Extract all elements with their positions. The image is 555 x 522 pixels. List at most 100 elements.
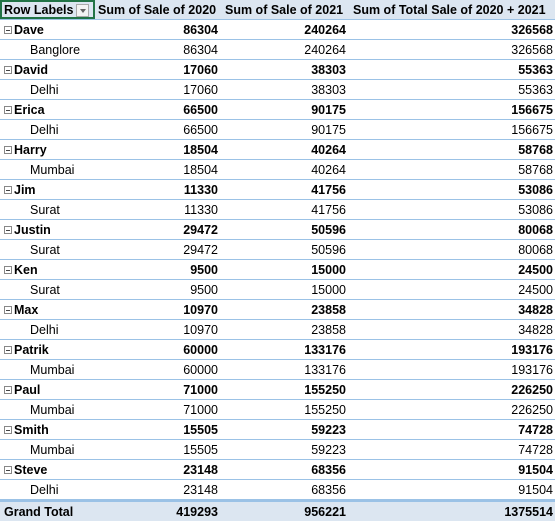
- city-label: Delhi: [30, 83, 59, 97]
- city-sale-total: 80068: [518, 243, 553, 257]
- city-row[interactable]: Delhi 66500 90175 156675: [0, 120, 555, 140]
- group-row[interactable]: Erica 66500 90175 156675: [0, 100, 555, 120]
- collapse-icon[interactable]: [4, 146, 12, 154]
- city-sale-total: 58768: [518, 163, 553, 177]
- pivot-header-row: Row Labels Sum of Sale of 2020 Sum of Sa…: [0, 0, 555, 20]
- collapse-icon[interactable]: [4, 306, 12, 314]
- group-sale-2020: 66500: [183, 103, 218, 117]
- group-label-cell: Ken: [0, 260, 95, 279]
- group-sale-2020: 17060: [183, 63, 218, 77]
- group-row[interactable]: Smith 15505 59223 74728: [0, 420, 555, 440]
- group-label-cell: Jim: [0, 180, 95, 199]
- grand-total-sum: 1375514: [504, 505, 553, 519]
- group-row[interactable]: Paul 71000 155250 226250: [0, 380, 555, 400]
- collapse-icon[interactable]: [4, 66, 12, 74]
- city-sale-total: 34828: [518, 323, 553, 337]
- city-sale-total: 326568: [511, 43, 553, 57]
- city-row[interactable]: Delhi 23148 68356 91504: [0, 480, 555, 500]
- city-label: Surat: [30, 283, 60, 297]
- city-sale-2021: 40264: [311, 163, 346, 177]
- group-sale-2021: 155250: [304, 383, 346, 397]
- header-sum-2020[interactable]: Sum of Sale of 2020: [95, 0, 222, 19]
- group-sale-total: 74728: [518, 423, 553, 437]
- city-row[interactable]: Banglore 86304 240264 326568: [0, 40, 555, 60]
- city-row[interactable]: Surat 9500 15000 24500: [0, 280, 555, 300]
- city-sale-2021: 59223: [311, 443, 346, 457]
- city-row[interactable]: Surat 11330 41756 53086: [0, 200, 555, 220]
- group-sale-total: 156675: [511, 103, 553, 117]
- group-sale-2021: 90175: [311, 103, 346, 117]
- filter-dropdown-icon[interactable]: [76, 4, 90, 18]
- group-label-cell: Steve: [0, 460, 95, 479]
- group-label-cell: Max: [0, 300, 95, 319]
- group-row[interactable]: David 17060 38303 55363: [0, 60, 555, 80]
- city-sale-2021: 38303: [311, 83, 346, 97]
- city-label: Delhi: [30, 323, 59, 337]
- group-sale-2020: 86304: [183, 23, 218, 37]
- city-row[interactable]: Mumbai 15505 59223 74728: [0, 440, 555, 460]
- row-labels-header[interactable]: Row Labels: [0, 0, 95, 19]
- city-label: Surat: [30, 243, 60, 257]
- group-sale-total: 226250: [511, 383, 553, 397]
- salesperson-name: Justin: [14, 223, 51, 237]
- collapse-icon[interactable]: [4, 466, 12, 474]
- city-row[interactable]: Mumbai 60000 133176 193176: [0, 360, 555, 380]
- city-row[interactable]: Mumbai 71000 155250 226250: [0, 400, 555, 420]
- group-row[interactable]: Steve 23148 68356 91504: [0, 460, 555, 480]
- city-sale-2021: 68356: [311, 483, 346, 497]
- collapse-icon[interactable]: [4, 426, 12, 434]
- pivot-table: Row Labels Sum of Sale of 2020 Sum of Sa…: [0, 0, 555, 521]
- city-label: Surat: [30, 203, 60, 217]
- city-label: Banglore: [30, 43, 81, 57]
- group-label-cell: Justin: [0, 220, 95, 239]
- city-row[interactable]: Mumbai 18504 40264 58768: [0, 160, 555, 180]
- group-sale-total: 55363: [518, 63, 553, 77]
- group-label-cell: Dave: [0, 20, 95, 39]
- city-sale-2021: 23858: [311, 323, 346, 337]
- group-row[interactable]: Patrik 60000 133176 193176: [0, 340, 555, 360]
- city-row[interactable]: Surat 29472 50596 80068: [0, 240, 555, 260]
- group-sale-2020: 18504: [183, 143, 218, 157]
- group-label-cell: Patrik: [0, 340, 95, 359]
- city-row[interactable]: Delhi 17060 38303 55363: [0, 80, 555, 100]
- group-sale-total: 326568: [511, 23, 553, 37]
- group-sale-2021: 40264: [311, 143, 346, 157]
- salesperson-name: Steve: [14, 463, 48, 477]
- collapse-icon[interactable]: [4, 386, 12, 394]
- city-sale-2021: 90175: [311, 123, 346, 137]
- group-row[interactable]: Harry 18504 40264 58768: [0, 140, 555, 160]
- group-row[interactable]: Ken 9500 15000 24500: [0, 260, 555, 280]
- city-sale-2021: 50596: [311, 243, 346, 257]
- collapse-icon[interactable]: [4, 106, 12, 114]
- collapse-icon[interactable]: [4, 266, 12, 274]
- collapse-icon[interactable]: [4, 26, 12, 34]
- city-sale-2020: 9500: [190, 283, 218, 297]
- group-sale-2020: 23148: [183, 463, 218, 477]
- group-label-cell: Smith: [0, 420, 95, 439]
- city-label: Delhi: [30, 123, 59, 137]
- group-row[interactable]: Justin 29472 50596 80068: [0, 220, 555, 240]
- city-sale-total: 156675: [511, 123, 553, 137]
- city-sale-2020: 66500: [183, 123, 218, 137]
- collapse-icon[interactable]: [4, 346, 12, 354]
- fill-handle[interactable]: [93, 17, 95, 19]
- city-label: Mumbai: [30, 403, 75, 417]
- header-sum-total[interactable]: Sum of Total Sale of 2020 + 2021: [350, 0, 555, 19]
- city-row[interactable]: Delhi 10970 23858 34828: [0, 320, 555, 340]
- group-row[interactable]: Jim 11330 41756 53086: [0, 180, 555, 200]
- salesperson-name: Dave: [14, 23, 44, 37]
- salesperson-name: Patrik: [14, 343, 49, 357]
- city-label: Mumbai: [30, 443, 75, 457]
- group-sale-2020: 11330: [183, 183, 218, 197]
- header-sum-2021[interactable]: Sum of Sale of 2021: [222, 0, 350, 19]
- group-sale-total: 53086: [518, 183, 553, 197]
- row-labels-label: Row Labels: [4, 3, 74, 17]
- collapse-icon[interactable]: [4, 226, 12, 234]
- group-row[interactable]: Dave 86304 240264 326568: [0, 20, 555, 40]
- group-row[interactable]: Max 10970 23858 34828: [0, 300, 555, 320]
- group-sale-2021: 59223: [311, 423, 346, 437]
- collapse-icon[interactable]: [4, 186, 12, 194]
- group-sale-2021: 41756: [311, 183, 346, 197]
- group-sale-total: 193176: [511, 343, 553, 357]
- city-sale-2020: 10970: [183, 323, 218, 337]
